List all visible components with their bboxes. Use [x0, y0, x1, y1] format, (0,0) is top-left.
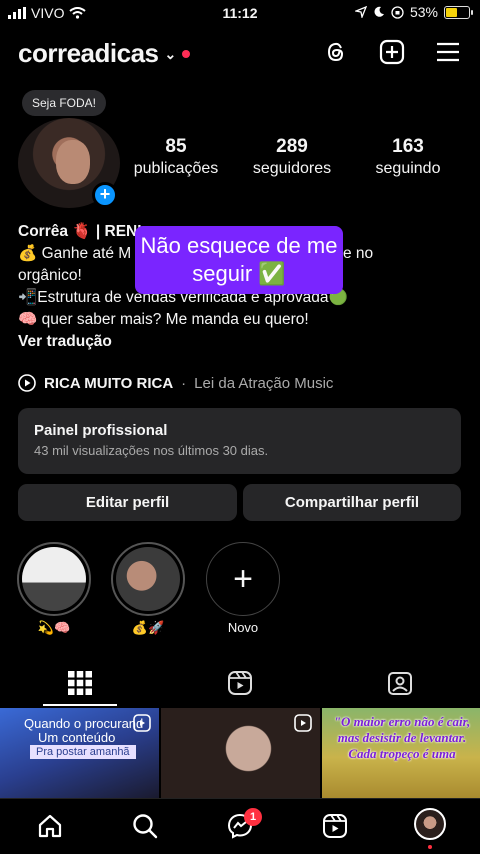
highlight-ring	[111, 542, 185, 616]
profile-tabs	[0, 660, 480, 706]
home-icon[interactable]	[35, 811, 65, 841]
header-actions	[322, 38, 462, 66]
stat-label: seguindo	[375, 160, 441, 177]
dashboard-title: Painel profissional	[34, 422, 168, 439]
bio-line-4: 🧠 quer saber mais? Me manda eu quero!	[18, 311, 309, 328]
stat-value: 163	[392, 136, 424, 157]
battery-percent: 53%	[409, 4, 438, 20]
see-translation-link[interactable]: Ver tradução	[18, 331, 468, 353]
new-highlight[interactable]: + Novo	[206, 542, 280, 635]
grid-icon	[68, 671, 92, 695]
chevron-down-icon: ⌄	[164, 46, 176, 62]
tab-reels[interactable]	[160, 660, 320, 706]
profile-music[interactable]: RICA MUITO RICA · Lei da Atração Music	[18, 374, 333, 392]
battery-icon	[444, 5, 473, 19]
dashboard-subtitle: 43 mil visualizações nos últimos 30 dias…	[34, 443, 269, 458]
grid-post[interactable]: Quando o procurand Um conteúdo Pra posta…	[0, 708, 159, 798]
avatar-face	[56, 140, 90, 184]
stat-label: publicações	[133, 160, 219, 177]
battery-fill	[446, 7, 458, 17]
music-separator: ·	[181, 374, 187, 392]
posts-grid: Quando o procurand Um conteúdo Pra posta…	[0, 708, 480, 798]
stat-followers[interactable]: 289 seguidores	[232, 136, 352, 178]
profile-header: correadicas ⌄	[0, 32, 480, 76]
notification-dot	[181, 49, 190, 58]
follow-reminder-overlay: Não esquece de me seguir ✅	[135, 226, 343, 294]
status-right: 53%	[354, 4, 473, 20]
status-bar: VIVO 11:12 53%	[0, 0, 480, 26]
reels-icon	[228, 671, 252, 695]
tab-tagged[interactable]	[320, 660, 480, 706]
story-highlight[interactable]: 💫🧠	[17, 542, 91, 636]
post-quote: "O maior erro não é cair, mas desistir d…	[333, 714, 471, 761]
bottom-nav	[0, 798, 480, 854]
play-circle-icon	[18, 374, 36, 392]
music-artist: Lei da Atração Music	[194, 374, 334, 392]
active-indicator-dot	[428, 845, 432, 849]
orientation-lock-icon	[391, 5, 404, 19]
story-highlight[interactable]: 💰🚀	[111, 542, 185, 636]
stat-posts[interactable]: 85 publicações	[116, 136, 236, 178]
reel-indicator-icon	[133, 714, 151, 732]
grid-post[interactable]: "O maior erro não é cair, mas desistir d…	[322, 708, 480, 798]
plus-icon: +	[206, 542, 280, 616]
reels-nav-icon[interactable]	[320, 811, 350, 841]
moon-icon	[374, 6, 384, 17]
share-profile-button[interactable]: Compartilhar perfil	[243, 484, 461, 521]
edit-profile-button[interactable]: Editar perfil	[18, 484, 237, 521]
create-post-icon[interactable]	[378, 38, 406, 66]
reel-indicator-icon	[294, 714, 312, 732]
stat-value: 85	[165, 136, 187, 157]
profile-note[interactable]: Seja FODA!	[22, 90, 107, 116]
messages-badge: 1	[244, 808, 262, 826]
stat-value: 289	[276, 136, 308, 157]
search-icon[interactable]	[130, 811, 160, 841]
highlight-cover	[116, 547, 180, 611]
highlight-caption: 💰🚀	[131, 620, 165, 635]
post-caption-pill: Pra postar amanhã	[30, 745, 136, 759]
highlight-caption: Novo	[227, 620, 259, 635]
location-arrow-icon	[354, 6, 367, 18]
add-story-icon[interactable]: +	[92, 182, 118, 208]
post-text-line: Um conteúdo	[38, 730, 116, 745]
menu-icon[interactable]	[434, 38, 462, 66]
stat-following[interactable]: 163 seguindo	[348, 136, 468, 178]
stat-label: seguidores	[252, 160, 332, 177]
username-switcher[interactable]: correadicas ⌄	[18, 38, 190, 69]
tab-posts[interactable]	[0, 660, 160, 706]
tagged-person-icon	[388, 672, 412, 695]
highlight-ring	[17, 542, 91, 616]
highlight-caption: 💫🧠	[37, 620, 71, 635]
bio-line-1-prefix: 💰 Ganhe até M	[18, 245, 132, 262]
grid-post[interactable]	[161, 708, 320, 798]
username: correadicas	[18, 38, 159, 68]
threads-icon[interactable]	[322, 38, 350, 66]
music-title: RICA MUITO RICA	[44, 374, 174, 392]
profile-tab-avatar[interactable]	[414, 808, 446, 840]
post-text-line: Quando o procurand	[24, 716, 144, 731]
professional-dashboard[interactable]: Painel profissional 43 mil visualizações…	[18, 408, 461, 474]
highlight-cover	[22, 547, 86, 611]
